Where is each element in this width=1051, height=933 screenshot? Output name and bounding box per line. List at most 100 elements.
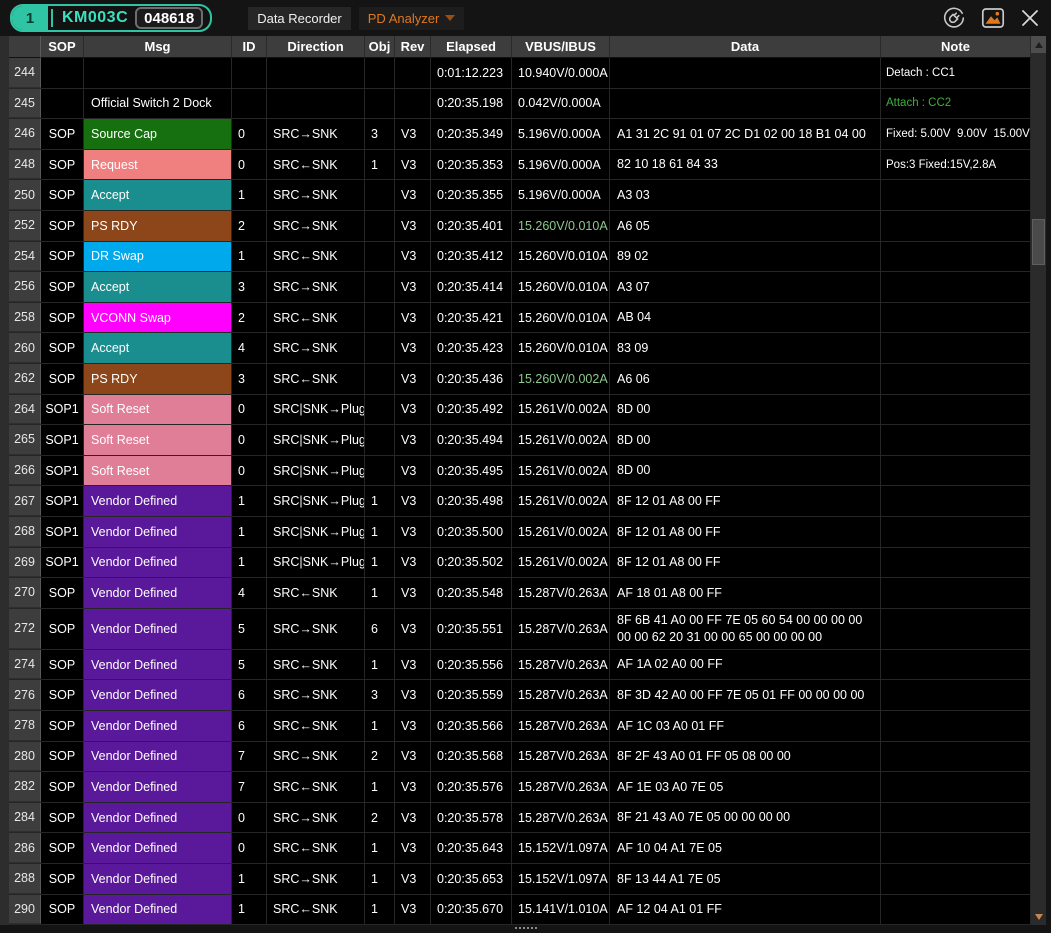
cell-id: 1 bbox=[232, 864, 267, 894]
header-obj[interactable]: Obj bbox=[365, 36, 395, 58]
cell-rev: V3 bbox=[395, 303, 431, 333]
table-row[interactable]: 284 SOP Vendor Defined 0 SRC→SNK 2 V3 0:… bbox=[9, 803, 1031, 834]
cell-msg: Vendor Defined bbox=[84, 548, 232, 578]
cell-row-number: 244 bbox=[9, 58, 41, 88]
table-row[interactable]: 280 SOP Vendor Defined 7 SRC→SNK 2 V3 0:… bbox=[9, 742, 1031, 773]
scrollbar-thumb[interactable] bbox=[1032, 219, 1045, 265]
cell-row-number: 267 bbox=[9, 486, 41, 516]
table-row[interactable]: 274 SOP Vendor Defined 5 SRC←SNK 1 V3 0:… bbox=[9, 650, 1031, 681]
table-row[interactable]: 265 SOP1 Soft Reset 0 SRC|SNK→Plug V3 0:… bbox=[9, 425, 1031, 456]
header-id[interactable]: ID bbox=[232, 36, 267, 58]
table-row[interactable]: 245 Official Switch 2 Dock 0:20:35.198 0… bbox=[9, 89, 1031, 120]
header-sop[interactable]: SOP bbox=[41, 36, 84, 58]
cell-sop: SOP bbox=[41, 211, 84, 241]
cell-obj bbox=[365, 364, 395, 394]
cell-elapsed: 0:20:35.498 bbox=[431, 486, 512, 516]
splitter-grip[interactable] bbox=[515, 927, 537, 929]
cell-obj: 1 bbox=[365, 895, 395, 925]
tab-pd-analyzer[interactable]: PD Analyzer bbox=[359, 7, 465, 30]
table-row[interactable]: 268 SOP1 Vendor Defined 1 SRC|SNK→Plug 1… bbox=[9, 517, 1031, 548]
cell-direction: SRC←SNK bbox=[267, 711, 365, 741]
cell-obj bbox=[365, 333, 395, 363]
table-row[interactable]: 288 SOP Vendor Defined 1 SRC→SNK 1 V3 0:… bbox=[9, 864, 1031, 895]
cell-obj: 2 bbox=[365, 803, 395, 833]
cell-direction: SRC|SNK→Plug bbox=[267, 395, 365, 425]
header-rev[interactable]: Rev bbox=[395, 36, 431, 58]
table-row[interactable]: 252 SOP PS RDY 2 SRC→SNK V3 0:20:35.401 … bbox=[9, 211, 1031, 242]
table-row[interactable]: 266 SOP1 Soft Reset 0 SRC|SNK→Plug V3 0:… bbox=[9, 456, 1031, 487]
table-row[interactable]: 286 SOP Vendor Defined 0 SRC←SNK 1 V3 0:… bbox=[9, 833, 1031, 864]
table-row[interactable]: 256 SOP Accept 3 SRC→SNK V3 0:20:35.414 … bbox=[9, 272, 1031, 303]
cell-elapsed: 0:20:35.436 bbox=[431, 364, 512, 394]
cell-direction: SRC←SNK bbox=[267, 303, 365, 333]
table-row[interactable]: 246 SOP Source Cap 0 SRC→SNK 3 V3 0:20:3… bbox=[9, 119, 1031, 150]
table-row[interactable]: 250 SOP Accept 1 SRC→SNK V3 0:20:35.355 … bbox=[9, 180, 1031, 211]
cell-msg: Vendor Defined bbox=[84, 833, 232, 863]
vertical-scrollbar[interactable] bbox=[1031, 36, 1046, 925]
cell-rev: V3 bbox=[395, 650, 431, 680]
cell-obj bbox=[365, 456, 395, 486]
header-elapsed[interactable]: Elapsed bbox=[431, 36, 512, 58]
table-row[interactable]: 248 SOP Request 0 SRC←SNK 1 V3 0:20:35.3… bbox=[9, 150, 1031, 181]
cell-note bbox=[881, 456, 1031, 486]
table-row[interactable]: 244 0:01:12.223 10.940V/0.000A Detach : … bbox=[9, 58, 1031, 89]
device-model: KM003C bbox=[53, 9, 135, 27]
cell-sop: SOP bbox=[41, 364, 84, 394]
table-row[interactable]: 254 SOP DR Swap 1 SRC←SNK V3 0:20:35.412… bbox=[9, 242, 1031, 273]
cell-vbus-ibus: 10.940V/0.000A bbox=[512, 58, 610, 88]
cell-id: 2 bbox=[232, 303, 267, 333]
table-row[interactable]: 272 SOP Vendor Defined 5 SRC→SNK 6 V3 0:… bbox=[9, 609, 1031, 650]
cell-msg: Vendor Defined bbox=[84, 895, 232, 925]
device-badge[interactable]: 1 KM003C 048618 bbox=[10, 4, 212, 32]
reconnect-icon[interactable] bbox=[941, 5, 967, 31]
cell-vbus-ibus: 15.287V/0.263A bbox=[512, 803, 610, 833]
cell-note bbox=[881, 303, 1031, 333]
cell-msg: Vendor Defined bbox=[84, 578, 232, 608]
table-row[interactable]: 262 SOP PS RDY 3 SRC←SNK V3 0:20:35.436 … bbox=[9, 364, 1031, 395]
cell-elapsed: 0:20:35.414 bbox=[431, 272, 512, 302]
table-row[interactable]: 282 SOP Vendor Defined 7 SRC←SNK 1 V3 0:… bbox=[9, 772, 1031, 803]
cell-direction: SRC|SNK→Plug bbox=[267, 517, 365, 547]
cell-data: 8D 00 bbox=[610, 425, 881, 455]
cell-rev: V3 bbox=[395, 803, 431, 833]
header-direction[interactable]: Direction bbox=[267, 36, 365, 58]
table-row[interactable]: 264 SOP1 Soft Reset 0 SRC|SNK→Plug V3 0:… bbox=[9, 395, 1031, 426]
header-data[interactable]: Data bbox=[610, 36, 881, 58]
cell-note bbox=[881, 180, 1031, 210]
table-row[interactable]: 276 SOP Vendor Defined 6 SRC→SNK 3 V3 0:… bbox=[9, 680, 1031, 711]
table-row[interactable]: 278 SOP Vendor Defined 6 SRC←SNK 1 V3 0:… bbox=[9, 711, 1031, 742]
scroll-down-button[interactable] bbox=[1031, 908, 1046, 925]
cell-note bbox=[881, 486, 1031, 516]
close-icon[interactable] bbox=[1019, 7, 1041, 29]
table-row[interactable]: 290 SOP Vendor Defined 1 SRC←SNK 1 V3 0:… bbox=[9, 895, 1031, 925]
table-row[interactable]: 258 SOP VCONN Swap 2 SRC←SNK V3 0:20:35.… bbox=[9, 303, 1031, 334]
header-msg[interactable]: Msg bbox=[84, 36, 232, 58]
snapshot-icon[interactable] bbox=[980, 5, 1006, 31]
cell-elapsed: 0:20:35.198 bbox=[431, 89, 512, 119]
tab-data-recorder[interactable]: Data Recorder bbox=[248, 7, 351, 30]
cell-sop: SOP bbox=[41, 333, 84, 363]
header-note[interactable]: Note bbox=[881, 36, 1031, 58]
header-vbus-ibus[interactable]: VBUS/IBUS bbox=[512, 36, 610, 58]
cell-elapsed: 0:20:35.578 bbox=[431, 803, 512, 833]
cell-id: 3 bbox=[232, 364, 267, 394]
cell-direction: SRC|SNK→Plug bbox=[267, 456, 365, 486]
scroll-up-button[interactable] bbox=[1031, 36, 1046, 53]
cell-row-number: 254 bbox=[9, 242, 41, 272]
cell-data bbox=[610, 58, 881, 88]
table-row[interactable]: 270 SOP Vendor Defined 4 SRC←SNK 1 V3 0:… bbox=[9, 578, 1031, 609]
cell-vbus-ibus: 15.260V/0.010A bbox=[512, 242, 610, 272]
cell-obj bbox=[365, 89, 395, 119]
cell-note bbox=[881, 548, 1031, 578]
table-row[interactable]: 260 SOP Accept 4 SRC→SNK V3 0:20:35.423 … bbox=[9, 333, 1031, 364]
chevron-down-icon bbox=[445, 15, 455, 21]
cell-rev: V3 bbox=[395, 486, 431, 516]
cell-vbus-ibus: 15.261V/0.002A bbox=[512, 425, 610, 455]
cell-elapsed: 0:20:35.551 bbox=[431, 609, 512, 649]
cell-sop: SOP bbox=[41, 119, 84, 149]
cell-msg: Soft Reset bbox=[84, 425, 232, 455]
table-row[interactable]: 269 SOP1 Vendor Defined 1 SRC|SNK→Plug 1… bbox=[9, 548, 1031, 579]
table-row[interactable]: 267 SOP1 Vendor Defined 1 SRC|SNK→Plug 1… bbox=[9, 486, 1031, 517]
cell-id: 0 bbox=[232, 833, 267, 863]
cell-vbus-ibus: 0.042V/0.000A bbox=[512, 89, 610, 119]
